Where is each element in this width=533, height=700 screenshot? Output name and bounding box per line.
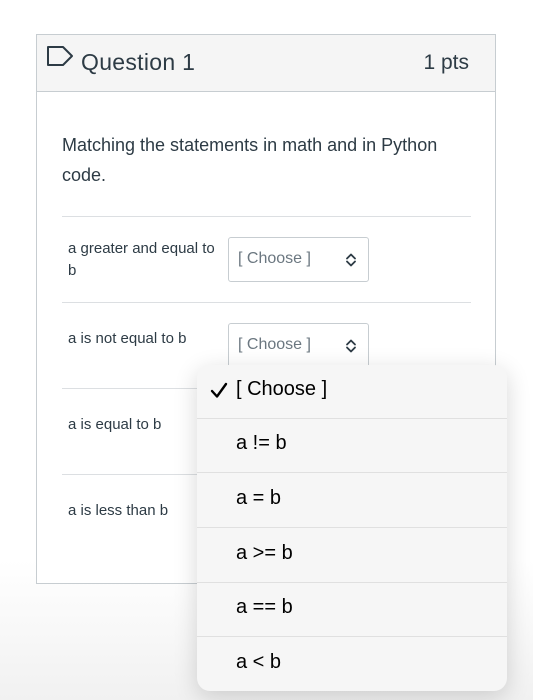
menu-option-label: a != b: [236, 432, 287, 454]
row-label: a is not equal to b: [68, 330, 187, 347]
chevron-updown-icon: [346, 253, 356, 267]
menu-option-assign[interactable]: a = b: [197, 474, 507, 528]
row-label: a is less than b: [68, 502, 169, 519]
answer-select[interactable]: [ Choose ]: [228, 237, 369, 282]
select-dropdown-menu: [ Choose ] a != b a = b a >= b a == b a …: [197, 365, 507, 691]
row-divider: [62, 216, 471, 217]
select-value: [ Choose ]: [238, 336, 311, 353]
answer-select[interactable]: [ Choose ]: [228, 323, 369, 368]
row-divider: [62, 302, 471, 303]
question-text: Matching the statements in math and in P…: [62, 135, 438, 185]
row-label: a is equal to b: [68, 416, 162, 433]
menu-option-not-equal[interactable]: a != b: [197, 419, 507, 473]
flag-outline-icon[interactable]: [46, 45, 74, 67]
menu-option-greater-equal[interactable]: a >= b: [197, 529, 507, 583]
menu-option-label: a < b: [236, 651, 282, 673]
select-value: [ Choose ]: [238, 250, 311, 267]
question-points: 1 pts: [423, 51, 469, 74]
chevron-updown-icon: [346, 339, 356, 353]
quiz-page: Question 1 1 pts Matching the statements…: [0, 0, 533, 700]
menu-option-label: a == b: [236, 596, 293, 618]
menu-option-label: a >= b: [236, 542, 293, 564]
menu-option-label: [ Choose ]: [236, 378, 328, 400]
row-label: a greater and equal to b: [68, 240, 215, 279]
checkmark-icon: [210, 382, 228, 398]
question-header: Question 1 1 pts: [37, 35, 495, 92]
menu-option-choose[interactable]: [ Choose ]: [197, 365, 507, 419]
menu-option-equal[interactable]: a == b: [197, 583, 507, 637]
menu-option-less-than[interactable]: a < b: [197, 638, 507, 691]
menu-option-label: a = b: [236, 487, 282, 509]
question-title: Question 1: [81, 49, 196, 75]
